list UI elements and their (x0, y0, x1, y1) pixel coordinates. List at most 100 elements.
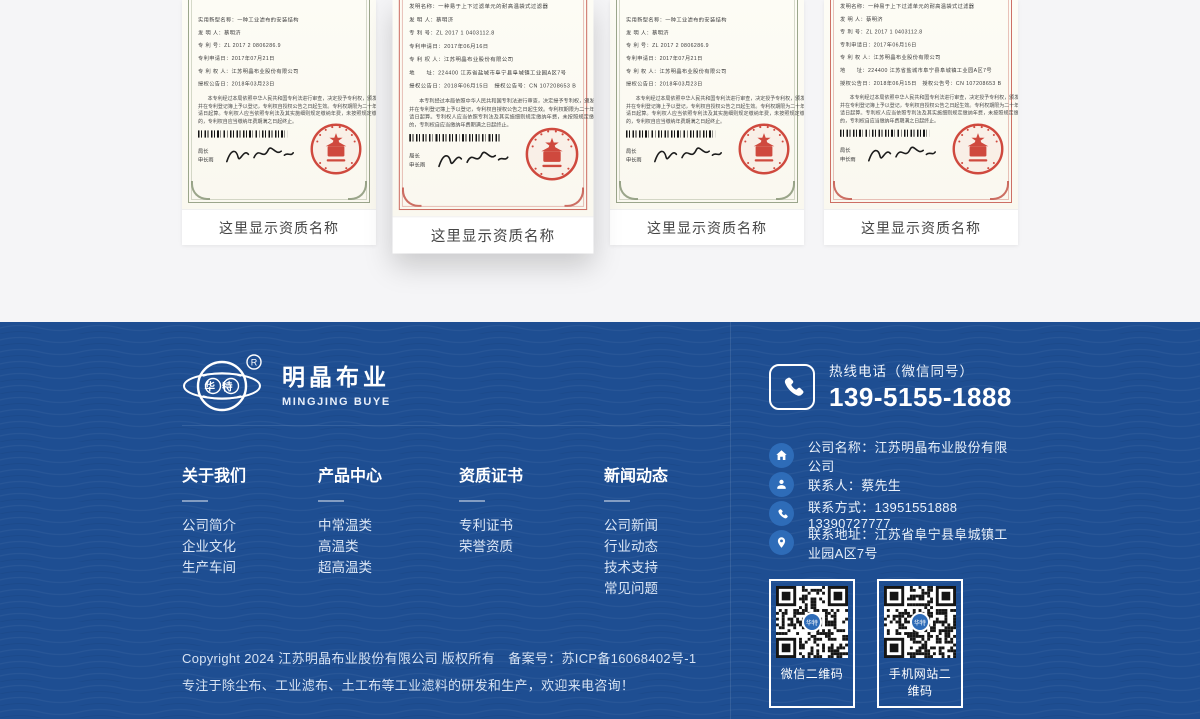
certificates-section: 实用新型名称：一种工业滤布的安装结构 发 明 人：蔡明济 专 利 号：ZL 20… (0, 0, 1200, 322)
cert-line: 实用新型名称：一种工业滤布的安装结构 (626, 14, 804, 27)
nav-column-products: 产品中心 中常温类 高温类 超高温类 (318, 462, 459, 599)
hotline-number: 139-5155-1888 (829, 382, 1012, 413)
cert-line: 专 利 权 人：江苏明晶布业股份有限公司 (198, 66, 376, 79)
cert-line: 实用新型名称：一种工业滤布的安装结构 (198, 14, 376, 27)
home-icon (769, 443, 794, 468)
qr-label: 手机网站二维码 (884, 665, 956, 699)
official-seal-icon (308, 121, 364, 177)
certificate-image: 实用新型名称：一种工业滤布的安装结构 发 明 人：蔡明济 专 利 号：ZL 20… (182, 0, 376, 209)
divider (318, 500, 344, 502)
cert-line: 发 明 人：蔡明济 (840, 14, 1018, 27)
cert-line: 授权公告日：2018年03月23日 (626, 78, 804, 91)
cert-line: 专利申请日：2017年06月16日 (409, 41, 593, 54)
cert-line: 专 利 号：ZL 2017 2 0806286.9 (198, 40, 376, 53)
qr-center-logo: 华特 (910, 612, 930, 632)
brand-name-en: MINGJING BUYE (282, 396, 391, 408)
contact-row-company: 公司名称：江苏明晶布业股份有限公司 (769, 441, 1018, 470)
qr-center-logo: 华特 (802, 612, 822, 632)
cert-line: 发 明 人：蔡明济 (198, 27, 376, 40)
nav-link[interactable]: 中常温类 (318, 515, 459, 536)
barcode (409, 134, 502, 141)
copyright-line-2: 专注于除尘布、工业滤布、土工布等工业滤料的研发和生产，欢迎来电咨询！ (182, 672, 730, 699)
signature-icon (650, 144, 724, 167)
signature-icon (434, 148, 510, 173)
cert-line: 授权公告日：2018年03月23日 (198, 78, 376, 91)
cert-line: 发 明 人：蔡明济 (409, 14, 593, 27)
cert-line: 发明名称：一种易于上下过滤单元的耐高温袋式过滤器 (840, 1, 1018, 14)
phone-icon (769, 501, 794, 526)
certificate-card-2[interactable]: 发明名称：一种易于上下过滤单元的耐高温袋式过滤器 发 明 人：蔡明济 专 利 号… (393, 0, 594, 254)
certificate-image: 实用新型名称：一种工业滤布的安装结构 发 明 人：蔡明济 专 利 号：ZL 20… (610, 0, 804, 209)
divider (604, 500, 630, 502)
contact-text: 联系人：蔡先生 (808, 475, 901, 494)
svg-text:R: R (251, 358, 258, 368)
cert-line: 专 利 号：ZL 2017 1 0403112.8 (409, 27, 593, 40)
official-seal-icon (523, 125, 581, 183)
nav-link[interactable]: 高温类 (318, 536, 459, 557)
barcode (626, 131, 716, 138)
certificate-card-3[interactable]: 实用新型名称：一种工业滤布的安装结构 发 明 人：蔡明济 专 利 号：ZL 20… (610, 0, 804, 245)
location-icon (769, 530, 794, 555)
signature-icon (222, 144, 296, 167)
cert-line: 专 利 权 人：江苏明晶布业股份有限公司 (409, 54, 593, 67)
nav-link[interactable]: 超高温类 (318, 557, 459, 578)
cert-line: 授权公告日：2018年06月15日 授权公告号：CN 107208653 B (409, 80, 593, 93)
footer: 华特 R 明晶布业 MINGJING BUYE 关于我们 公司简介 (0, 322, 1200, 719)
cert-line: 专 利 号：ZL 2017 2 0806286.9 (626, 40, 804, 53)
nav-column-news: 新闻动态 公司新闻 行业动态 技术支持 常见问题 (604, 462, 668, 599)
nav-link[interactable]: 行业动态 (604, 536, 668, 557)
nav-link[interactable]: 技术支持 (604, 557, 668, 578)
nav-link[interactable]: 生产车间 (182, 557, 318, 578)
contact-text: 公司名称：江苏明晶布业股份有限公司 (808, 437, 1018, 475)
nav-title-news[interactable]: 新闻动态 (604, 462, 668, 486)
nav-title-certificates[interactable]: 资质证书 (459, 462, 604, 486)
nav-link[interactable]: 公司新闻 (604, 515, 668, 536)
hotline-label: 热线电话（微信同号） (829, 360, 1012, 380)
hotline: 热线电话（微信同号） 139-5155-1888 (769, 360, 1018, 413)
cert-line: 授权公告日：2018年06月15日 授权公告号：CN 107208653 B (840, 78, 1018, 91)
cert-line: 专利申请日：2017年06月16日 (840, 39, 1018, 52)
footer-left: 华特 R 明晶布业 MINGJING BUYE 关于我们 公司简介 (182, 322, 730, 719)
contact-text: 联系地址：江苏省阜宁县阜城镇工业园A区7号 (808, 524, 1018, 562)
cert-line: 发 明 人：蔡明济 (626, 27, 804, 40)
signature-icon (864, 144, 938, 168)
certificate-card-1[interactable]: 实用新型名称：一种工业滤布的安装结构 发 明 人：蔡明济 专 利 号：ZL 20… (182, 0, 376, 245)
certificate-cards: 实用新型名称：一种工业滤布的安装结构 发 明 人：蔡明济 专 利 号：ZL 20… (182, 0, 1018, 245)
nav-link[interactable]: 荣誉资质 (459, 536, 604, 557)
cert-line: 专 利 号：ZL 2017 1 0403112.8 (840, 26, 1018, 39)
nav-link[interactable]: 公司简介 (182, 515, 318, 536)
footer-nav: 关于我们 公司简介 企业文化 生产车间 产品中心 中常温类 高温类 超高温类 (182, 462, 730, 599)
nav-title-products[interactable]: 产品中心 (318, 462, 459, 486)
cert-line: 地 址：224400 江苏省盐城市阜宁县阜城镇工业园A区7号 (840, 65, 1018, 78)
nav-link[interactable]: 专利证书 (459, 515, 604, 536)
nav-link[interactable]: 企业文化 (182, 536, 318, 557)
globe-logo-icon: 华特 R (182, 350, 266, 416)
nav-link[interactable]: 常见问题 (604, 578, 668, 599)
cert-line: 地 址：224400 江苏省盐城市阜宁县阜城镇工业园A区7号 (409, 67, 593, 80)
cert-line: 专 利 权 人：江苏明晶布业股份有限公司 (840, 52, 1018, 65)
nav-title-about[interactable]: 关于我们 (182, 462, 318, 486)
certificate-caption: 这里显示资质名称 (182, 209, 376, 245)
certificate-image: 发明名称：一种易于上下过滤单元的耐高温袋式过滤器 发 明 人：蔡明济 专 利 号… (393, 0, 594, 216)
brand-logo[interactable]: 华特 R 明晶布业 MINGJING BUYE (182, 346, 730, 420)
wechat-qr: 华特 微信二维码 (769, 579, 855, 708)
copyright-line-1: Copyright 2024 江苏明晶布业股份有限公司 版权所有 备案号：苏IC… (182, 645, 730, 672)
barcode (840, 130, 930, 137)
page: 实用新型名称：一种工业滤布的安装结构 发 明 人：蔡明济 专 利 号：ZL 20… (0, 0, 1200, 719)
qr-label: 微信二维码 (776, 665, 848, 682)
official-seal-icon (950, 121, 1006, 177)
hotline-phone-icon (769, 364, 815, 410)
divider (459, 500, 485, 502)
footer-right: 热线电话（微信同号） 139-5155-1888 公司名称：江苏明晶布业股份有限… (731, 322, 1018, 719)
person-icon (769, 472, 794, 497)
nav-column-certificates: 资质证书 专利证书 荣誉资质 (459, 462, 604, 599)
contact-row-address: 联系地址：江苏省阜宁县阜城镇工业园A区7号 (769, 528, 1018, 557)
certificate-card-4[interactable]: 发明名称：一种易于上下过滤单元的耐高温袋式过滤器 发 明 人：蔡明济 专 利 号… (824, 0, 1018, 245)
certificate-caption: 这里显示资质名称 (393, 216, 594, 253)
contact-list: 公司名称：江苏明晶布业股份有限公司 联系人：蔡先生 联系方式：139515518… (769, 441, 1018, 557)
barcode (198, 131, 288, 138)
svg-text:华特: 华特 (205, 380, 240, 393)
qr-codes: 华特 微信二维码 华特 手机网站二维码 (769, 579, 1018, 708)
certificate-image: 发明名称：一种易于上下过滤单元的耐高温袋式过滤器 发 明 人：蔡明济 专 利 号… (824, 0, 1018, 209)
cert-line: 专利申请日：2017年07月21日 (626, 53, 804, 66)
